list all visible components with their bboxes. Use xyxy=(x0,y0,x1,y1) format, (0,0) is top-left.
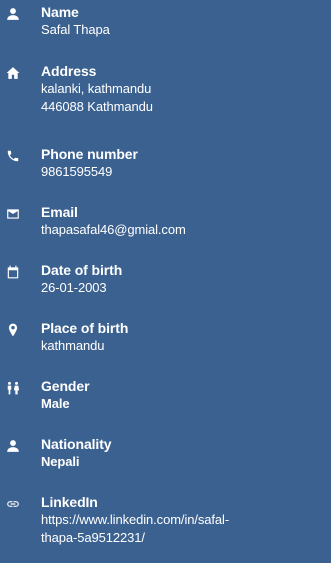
mail-icon xyxy=(5,206,21,222)
nationality-value: Nepali xyxy=(41,454,80,469)
address-line-1: kalanki, kathmandu xyxy=(41,81,152,96)
phone-icon xyxy=(5,148,21,164)
email-label: Email xyxy=(41,204,78,220)
gender-icon xyxy=(5,380,21,396)
linkedin-label: LinkedIn xyxy=(41,494,98,510)
person-icon xyxy=(5,6,21,22)
pob-label: Place of birth xyxy=(41,320,129,336)
gender-label: Gender xyxy=(41,378,90,394)
linkedin-url-line-1[interactable]: https://www.linkedin.com/in/safal- xyxy=(41,511,327,529)
name-label: Name xyxy=(41,4,79,20)
address-label: Address xyxy=(41,63,97,79)
nationality-label: Nationality xyxy=(41,436,112,452)
phone-label: Phone number xyxy=(41,146,138,162)
gender-value: Male xyxy=(41,396,70,411)
person-icon xyxy=(5,438,21,454)
linkedin-url-line-2[interactable]: thapa-5a9512231/ xyxy=(41,529,327,547)
link-icon xyxy=(5,496,21,512)
dob-label: Date of birth xyxy=(41,262,123,278)
address-line-2: 446088 Kathmandu xyxy=(41,99,153,114)
name-value: Safal Thapa xyxy=(41,22,110,37)
pob-value: kathmandu xyxy=(41,338,105,353)
email-value: thapasafal46@gmial.com xyxy=(41,222,186,237)
personal-details-panel: Name Safal Thapa Address kalanki, kathma… xyxy=(0,0,331,563)
location-icon xyxy=(5,322,21,338)
phone-value: 9861595549 xyxy=(41,164,113,179)
home-icon xyxy=(5,65,21,81)
calendar-icon xyxy=(5,264,21,280)
dob-value: 26-01-2003 xyxy=(41,280,107,295)
